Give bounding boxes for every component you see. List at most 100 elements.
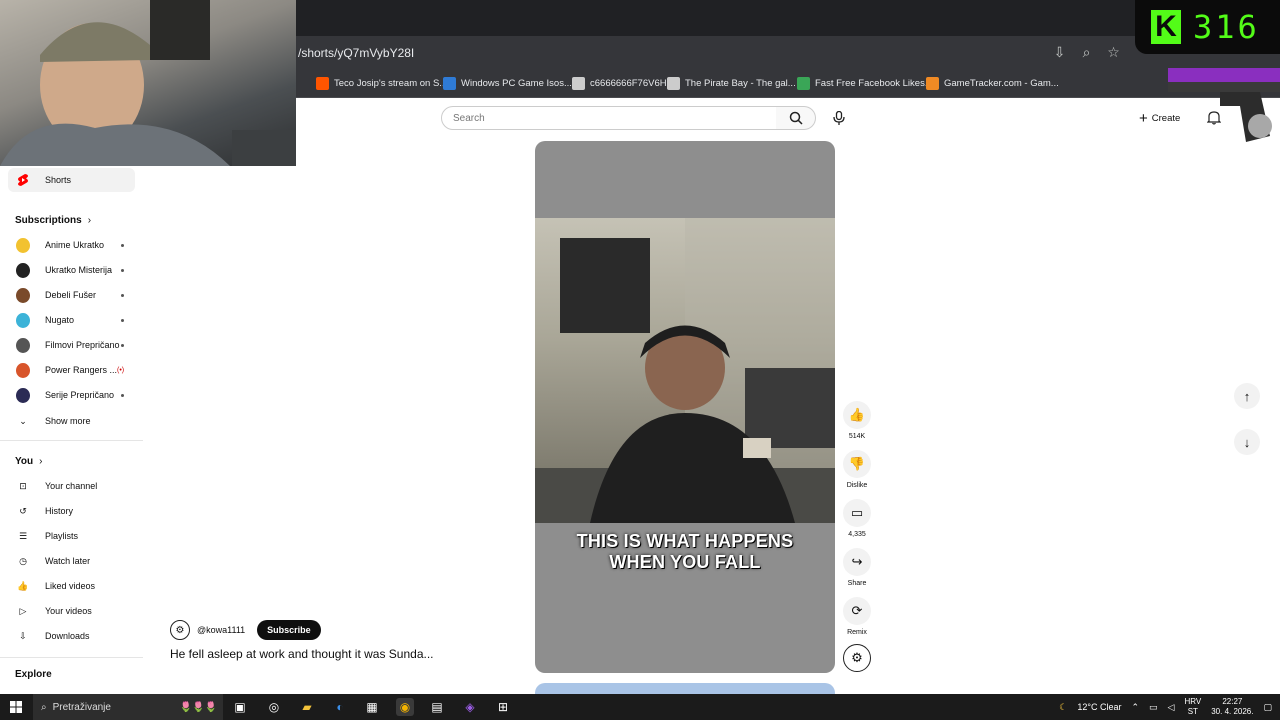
bookmark-item[interactable]: c6666666F76V6H [572, 77, 667, 90]
clock-date: 30. 4. 2026. [1211, 707, 1254, 716]
file-explorer-icon[interactable]: ▰ [298, 698, 316, 716]
sound-icon: ⚙ [843, 644, 871, 672]
subscription-item[interactable]: Filmovi Prepričano [0, 333, 135, 357]
keyboard-icon[interactable]: ▭ [1149, 702, 1158, 713]
system-tray: ☾ 12°C Clear ⌃ ▭ ◁ HRV ST 22:27 30. 4. 2… [1059, 694, 1272, 720]
sidebar-item-shorts[interactable]: Shorts [8, 168, 135, 192]
channel-avatar-icon [16, 237, 30, 253]
share-button[interactable]: ↪ Share [843, 548, 871, 587]
search-button[interactable] [776, 106, 816, 130]
channel-avatar-icon [16, 287, 30, 303]
app-icon[interactable]: ⊞ [494, 698, 512, 716]
sidebar-item-downloads[interactable]: ⇩ Downloads [0, 624, 135, 648]
zoom-icon[interactable]: ⌕ [1078, 44, 1095, 61]
install-app-icon[interactable]: ⇩ [1051, 44, 1068, 61]
bookmark-item[interactable]: Teco Josip's stream on S... [316, 77, 447, 90]
url-text[interactable]: /shorts/yQ7mVybY28I [298, 46, 414, 60]
task-view-icon[interactable]: ▣ [231, 698, 249, 716]
sidebar-item-label: Playlists [45, 531, 79, 541]
subscription-item[interactable]: Power Rangers ... (•) [0, 358, 135, 382]
new-content-dot [121, 293, 124, 297]
store-icon[interactable]: ▦ [363, 698, 381, 716]
sidebar-item-playlists[interactable]: ☰ Playlists [0, 524, 135, 548]
sidebar-item-watch-later[interactable]: ◷ Watch later [0, 549, 135, 573]
edge-icon[interactable]: ◐ [331, 698, 349, 716]
bookmark-item[interactable]: Fast Free Facebook Likes... [797, 77, 933, 90]
like-button[interactable]: 👍 514K [843, 401, 871, 440]
subscription-item[interactable]: Anime Ukratko [0, 233, 135, 257]
app-icon[interactable]: ◈ [461, 698, 479, 716]
channel-avatar-icon [16, 337, 30, 353]
address-bar-icons: ⇩ ⌕ ☆ [1051, 44, 1122, 61]
create-button[interactable]: + Create [1139, 108, 1180, 128]
clock[interactable]: 22:27 30. 4. 2026. [1211, 697, 1253, 717]
previous-short-button[interactable]: ↑ [1234, 383, 1260, 409]
chevron-up-icon[interactable]: ⌃ [1131, 702, 1139, 713]
tulips-icon: 🌷🌷🌷 [179, 701, 217, 713]
arrow-down-icon: ↓ [1243, 434, 1251, 450]
your-videos-icon: ▷ [19, 605, 27, 616]
subscription-label: Debeli Fušer [45, 290, 97, 300]
channel-avatar-icon [16, 387, 30, 403]
subscriptions-title: Subscriptions [15, 215, 82, 226]
bookmark-star-icon[interactable]: ☆ [1105, 44, 1122, 61]
show-more-button[interactable]: ⌄ Show more [0, 409, 135, 433]
watch-later-icon: ◷ [19, 555, 27, 566]
webcam-overlay [0, 0, 296, 166]
notifications-button[interactable] [1206, 110, 1222, 128]
thumbs-down-icon: 👎 [843, 450, 871, 478]
bookmark-item[interactable]: The Pirate Bay - The gal... [667, 77, 796, 90]
comment-count: 4,335 [848, 531, 866, 538]
sidebar-item-liked-videos[interactable]: 👍 Liked videos [0, 574, 135, 598]
subscription-item[interactable]: Nugato [0, 308, 135, 332]
chrome-icon[interactable]: ◉ [396, 698, 414, 716]
remix-button[interactable]: ⟳ Remix [843, 597, 871, 636]
next-short-button[interactable]: ↓ [1234, 429, 1260, 455]
chevron-right-icon: › [87, 215, 92, 226]
sidebar-item-history[interactable]: ↺ History [0, 499, 135, 523]
chevron-down-icon: ⌄ [19, 415, 27, 426]
dislike-button[interactable]: 👎 Dislike [843, 450, 871, 489]
like-count: 514K [848, 433, 866, 440]
channel-handle[interactable]: @kowa1111 [197, 625, 245, 635]
search-input[interactable]: Search [441, 106, 777, 130]
speaker-icon[interactable]: ◁ [1168, 702, 1175, 713]
start-button[interactable] [7, 698, 25, 716]
bookmark-favicon-icon [926, 77, 939, 90]
subscription-item[interactable]: Debeli Fušer [0, 283, 135, 307]
share-label: Share [847, 580, 867, 587]
short-title[interactable]: He fell asleep at work and thought it wa… [170, 647, 434, 661]
sidebar-item-your-channel[interactable]: ⊡ Your channel [0, 474, 135, 498]
app-icon[interactable]: ▤ [428, 698, 446, 716]
subscriptions-heading[interactable]: Subscriptions › [15, 215, 91, 226]
lang-sub: ST [1187, 707, 1198, 716]
taskbar-search[interactable]: ⌕ Pretraživanje 🌷🌷🌷 [33, 694, 223, 720]
sidebar-item-your-videos[interactable]: ▷ Your videos [0, 599, 135, 623]
bookmark-item[interactable]: GameTracker.com - Gam... [926, 77, 1059, 90]
bookmark-label: GameTracker.com - Gam... [944, 78, 1059, 89]
bookmark-favicon-icon [572, 77, 585, 90]
streamer-silhouette [0, 0, 296, 166]
sidebar-item-label: Liked videos [45, 581, 96, 591]
short-video-player[interactable]: THIS IS WHAT HAPPENS WHEN YOU FALL [535, 141, 835, 673]
subscription-item[interactable]: Serije Prepričano [0, 383, 135, 407]
clock-time: 22:27 [1222, 697, 1243, 706]
you-heading[interactable]: You › [15, 456, 43, 467]
live-indicator-icon: (•) [117, 366, 125, 374]
app-icon[interactable]: ◎ [265, 698, 283, 716]
subscription-item[interactable]: Ukratko Misterija [0, 258, 135, 282]
sidebar-item-label: History [45, 506, 74, 516]
sound-avatar-button[interactable]: ⚙ [843, 644, 871, 672]
language-indicator[interactable]: HRV ST [1184, 697, 1201, 717]
voice-search-button[interactable] [826, 106, 852, 130]
remix-label: Remix [847, 629, 867, 636]
subscription-label: Anime Ukratko [45, 240, 105, 250]
channel-avatar[interactable]: ⚙ [170, 620, 190, 640]
sidebar-item-label: Shorts [45, 175, 72, 185]
comments-button[interactable]: ▭ 4,335 [843, 499, 871, 538]
weather-text[interactable]: 12°C Clear [1077, 702, 1121, 712]
bookmark-label: Fast Free Facebook Likes... [815, 78, 933, 89]
subscribe-button[interactable]: Subscribe [257, 620, 321, 640]
bookmark-item[interactable]: Windows PC Game Isos... [443, 77, 572, 90]
notification-icon[interactable]: ▢ [1263, 702, 1272, 713]
